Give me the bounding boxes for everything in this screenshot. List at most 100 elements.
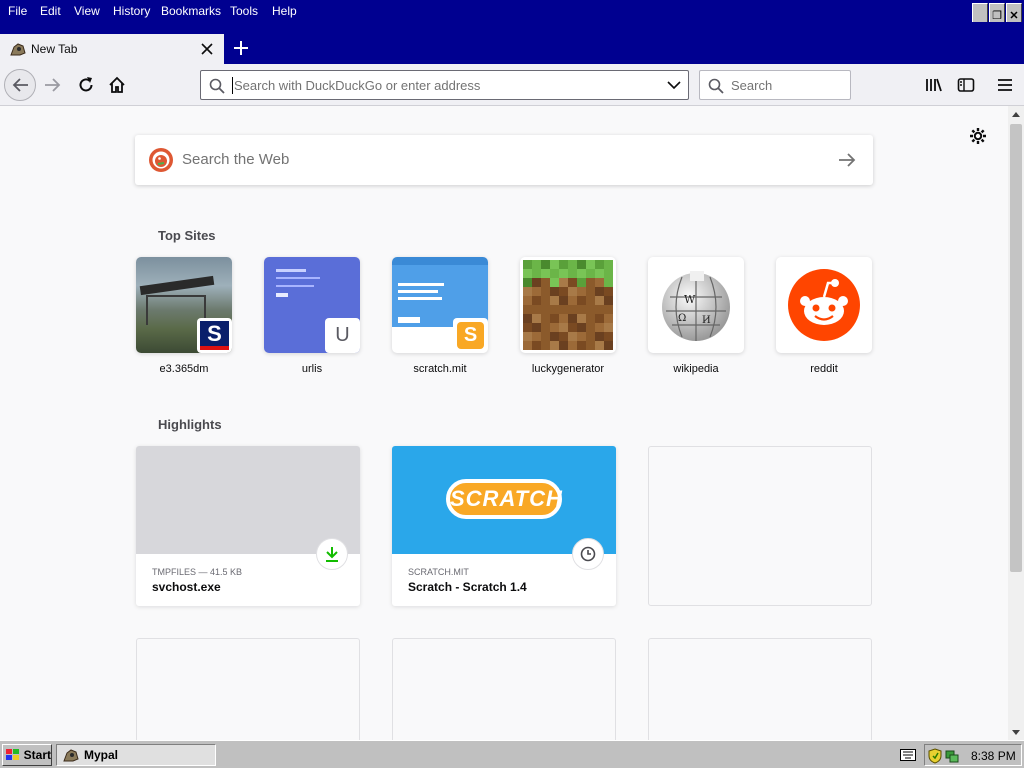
highlight-placeholder (392, 638, 616, 740)
wikipedia-globe-icon: W Ω И (662, 271, 730, 341)
site-thumbnail (776, 257, 872, 353)
taskbar-item-label: Mypal (84, 748, 119, 762)
taskbar: Start Mypal 8:38 PM (0, 740, 1024, 768)
address-bar[interactable]: Search with DuckDuckGo or enter address (200, 70, 689, 100)
sidebar-button[interactable] (956, 75, 976, 95)
highlight-placeholder (136, 638, 360, 740)
menu-bookmarks[interactable]: Bookmarks (161, 4, 221, 18)
highlight-placeholder (648, 638, 872, 740)
highlight-placeholder (648, 446, 872, 606)
browser-icon (63, 749, 79, 762)
thumb-line (398, 297, 442, 300)
thumb-button (276, 293, 288, 297)
menu-bar: File Edit View History Bookmarks Tools H… (0, 0, 1024, 29)
menu-file[interactable]: File (8, 4, 27, 18)
shield-icon[interactable] (928, 748, 942, 764)
site-label: scratch.mit (413, 363, 467, 375)
duckduckgo-icon (149, 148, 173, 172)
web-search-box[interactable]: Search the Web (135, 135, 873, 185)
thumb-header (392, 257, 488, 265)
system-tray: 8:38 PM (924, 744, 1022, 766)
new-tab-button[interactable] (233, 40, 249, 56)
search-icon (708, 78, 724, 94)
menu-help[interactable]: Help (272, 4, 297, 18)
windows-logo-icon (6, 749, 19, 760)
menu-edit[interactable]: Edit (40, 4, 61, 18)
text-cursor (232, 77, 233, 94)
hamburger-icon (998, 79, 1012, 91)
reload-button[interactable] (76, 75, 96, 95)
site-label: e3.365dm (159, 363, 209, 375)
home-button[interactable] (107, 75, 127, 95)
forward-button[interactable] (42, 75, 64, 95)
top-site-scratch[interactable]: S scratch.mit (392, 257, 488, 375)
menu-tools[interactable]: Tools (230, 4, 258, 18)
top-site-luckygenerator[interactable]: luckygenerator (520, 257, 616, 375)
site-label: reddit (810, 363, 838, 375)
keyboard-icon[interactable] (900, 749, 916, 761)
top-site-e3365dm[interactable]: S e3.365dm (136, 257, 232, 375)
site-badge: S (453, 318, 488, 353)
highlights-heading: Highlights (158, 417, 222, 432)
svg-text:И: И (702, 315, 711, 326)
search-bar[interactable]: Search (699, 70, 851, 100)
site-label: wikipedia (673, 363, 719, 375)
web-search-placeholder: Search the Web (182, 151, 290, 168)
thumb-line (398, 290, 438, 293)
scratch-wordmark: SCRATCH (446, 479, 562, 519)
reload-icon (79, 77, 93, 92)
site-thumbnail: W Ω И (648, 257, 744, 353)
tab-title: New Tab (31, 42, 78, 56)
thumb-line (276, 269, 306, 272)
card-source: TMPFILES — 41.5 KB (152, 567, 243, 577)
back-button[interactable] (4, 69, 36, 101)
address-placeholder: Search with DuckDuckGo or enter address (234, 78, 481, 93)
svg-text:W: W (684, 293, 696, 306)
close-tab-icon[interactable] (201, 43, 213, 55)
scroll-up-button[interactable] (1008, 106, 1024, 122)
clock-time: 8:38 PM (971, 749, 1016, 763)
tab-new-tab[interactable]: New Tab (0, 34, 224, 64)
new-tab-page: Search the Web Top Sites S e3.365dm U ur… (0, 106, 1008, 740)
site-label: urlis (301, 363, 323, 375)
menu-view[interactable]: View (74, 4, 100, 18)
home-icon (109, 76, 125, 93)
site-thumbnail: S (136, 257, 232, 353)
top-site-reddit[interactable]: reddit (776, 257, 872, 375)
back-arrow-icon (12, 78, 28, 92)
scratch-logo: S (457, 322, 484, 349)
menu-button[interactable] (995, 75, 1015, 95)
top-site-urlis[interactable]: U urlis (264, 257, 360, 375)
card-title: svchost.exe (152, 580, 221, 594)
top-site-wikipedia[interactable]: W Ω И wikipedia (648, 257, 744, 375)
sidebar-icon (957, 78, 975, 92)
browser-icon (10, 43, 26, 56)
menu-history[interactable]: History (113, 4, 150, 18)
download-icon (316, 538, 348, 570)
reddit-alien-icon (788, 269, 860, 341)
scroll-down-button[interactable] (1008, 724, 1024, 740)
thumb-line (276, 277, 320, 279)
network-icon[interactable] (945, 747, 959, 763)
forward-arrow-icon (45, 78, 61, 92)
site-thumbnail (520, 257, 616, 353)
site-thumbnail: U (264, 257, 360, 353)
sky-sports-logo: S (200, 321, 229, 350)
top-sites-heading: Top Sites (158, 228, 216, 243)
taskbar-item-mypal[interactable]: Mypal (56, 744, 216, 766)
svg-text:Ω: Ω (678, 313, 686, 324)
site-badge: U (325, 318, 360, 353)
highlight-card-scratch[interactable]: SCRATCH SCRATCH.MIT Scratch - Scratch 1.… (392, 446, 616, 606)
scroll-thumb[interactable] (1010, 124, 1022, 572)
library-button[interactable] (924, 75, 944, 95)
arrow-right-icon[interactable] (838, 152, 856, 168)
thumb-line (398, 283, 444, 286)
start-label: Start (23, 748, 51, 762)
search-icon (209, 78, 225, 94)
start-button[interactable]: Start (2, 744, 52, 766)
chevron-down-icon[interactable] (667, 80, 681, 90)
thumb-line (276, 285, 314, 287)
vertical-scrollbar[interactable] (1008, 106, 1024, 740)
highlight-card-svchost[interactable]: TMPFILES — 41.5 KB svchost.exe (136, 446, 360, 606)
gear-icon[interactable] (969, 127, 987, 145)
